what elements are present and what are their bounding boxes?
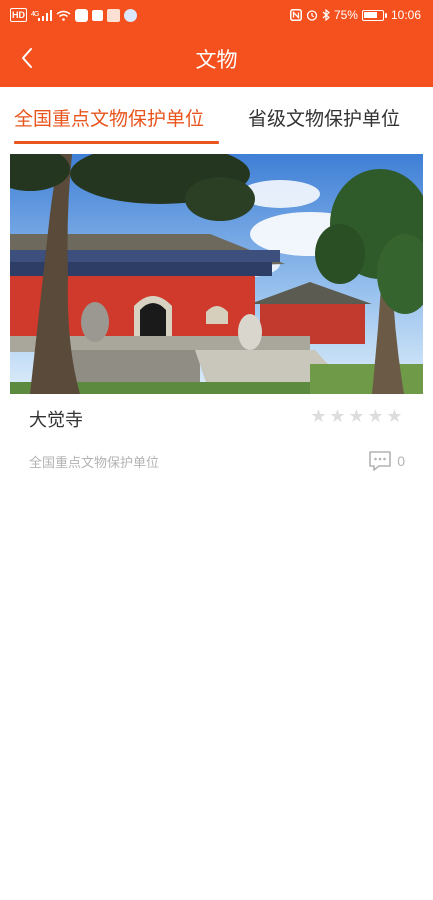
video-app-icon	[107, 8, 121, 22]
status-bar-left: HD 4G	[10, 8, 138, 22]
comment-indicator: 0	[368, 450, 405, 472]
nav-bar: 文物	[0, 30, 433, 87]
alarm-icon	[306, 8, 318, 22]
tab-provincial-relics[interactable]: 省级文物保护单位	[248, 87, 400, 147]
wifi-icon	[56, 8, 71, 22]
comment-count: 0	[397, 453, 405, 469]
page-title: 文物	[195, 47, 238, 72]
mail-app-icon	[92, 8, 104, 22]
battery-percent: 75%	[333, 8, 358, 22]
temple-photo-image	[10, 154, 423, 394]
chevron-left-icon	[22, 48, 32, 68]
comment-bubble-icon	[369, 451, 392, 471]
bluetooth-icon	[322, 8, 330, 22]
hd-badge-icon: HD	[10, 8, 27, 22]
star-icon: ★	[310, 406, 327, 427]
message-app-icon	[75, 8, 89, 22]
browser-app-icon	[124, 8, 138, 22]
category-tabs: 全国重点文物保护单位 省级文物保护单位	[0, 87, 433, 147]
tab-national-relics[interactable]: 全国重点文物保护单位	[14, 87, 204, 147]
active-tab-indicator	[14, 141, 219, 144]
relic-list-item[interactable]: 大觉寺 ★ ★ ★ ★ ★ 全国重点文物保护单位 0	[10, 154, 423, 484]
back-button[interactable]	[14, 44, 40, 72]
relic-name: 大觉寺	[29, 410, 83, 431]
top-bar: HD 4G 75% 10:06 文物	[0, 0, 433, 87]
nfc-icon	[289, 8, 302, 22]
rating-stars: ★ ★ ★ ★ ★	[310, 406, 403, 427]
battery-icon	[361, 9, 387, 21]
relic-photo	[10, 154, 423, 394]
signal-icon: 4G	[31, 8, 53, 22]
battery-fill	[363, 11, 377, 18]
status-bar-right: 75% 10:06	[289, 8, 421, 22]
star-icon: ★	[367, 406, 384, 427]
star-icon: ★	[329, 406, 346, 427]
relic-protection-level: 全国重点文物保护单位	[29, 456, 160, 471]
network-type: 4G	[31, 11, 39, 18]
star-icon: ★	[348, 406, 365, 427]
app-screen: HD 4G 75% 10:06 文物 全国重点文物保护单位 省级文物保护单位 大…	[0, 0, 433, 900]
star-icon: ★	[386, 406, 403, 427]
status-bar: HD 4G 75% 10:06	[0, 0, 433, 30]
clock-time: 10:06	[390, 8, 421, 22]
